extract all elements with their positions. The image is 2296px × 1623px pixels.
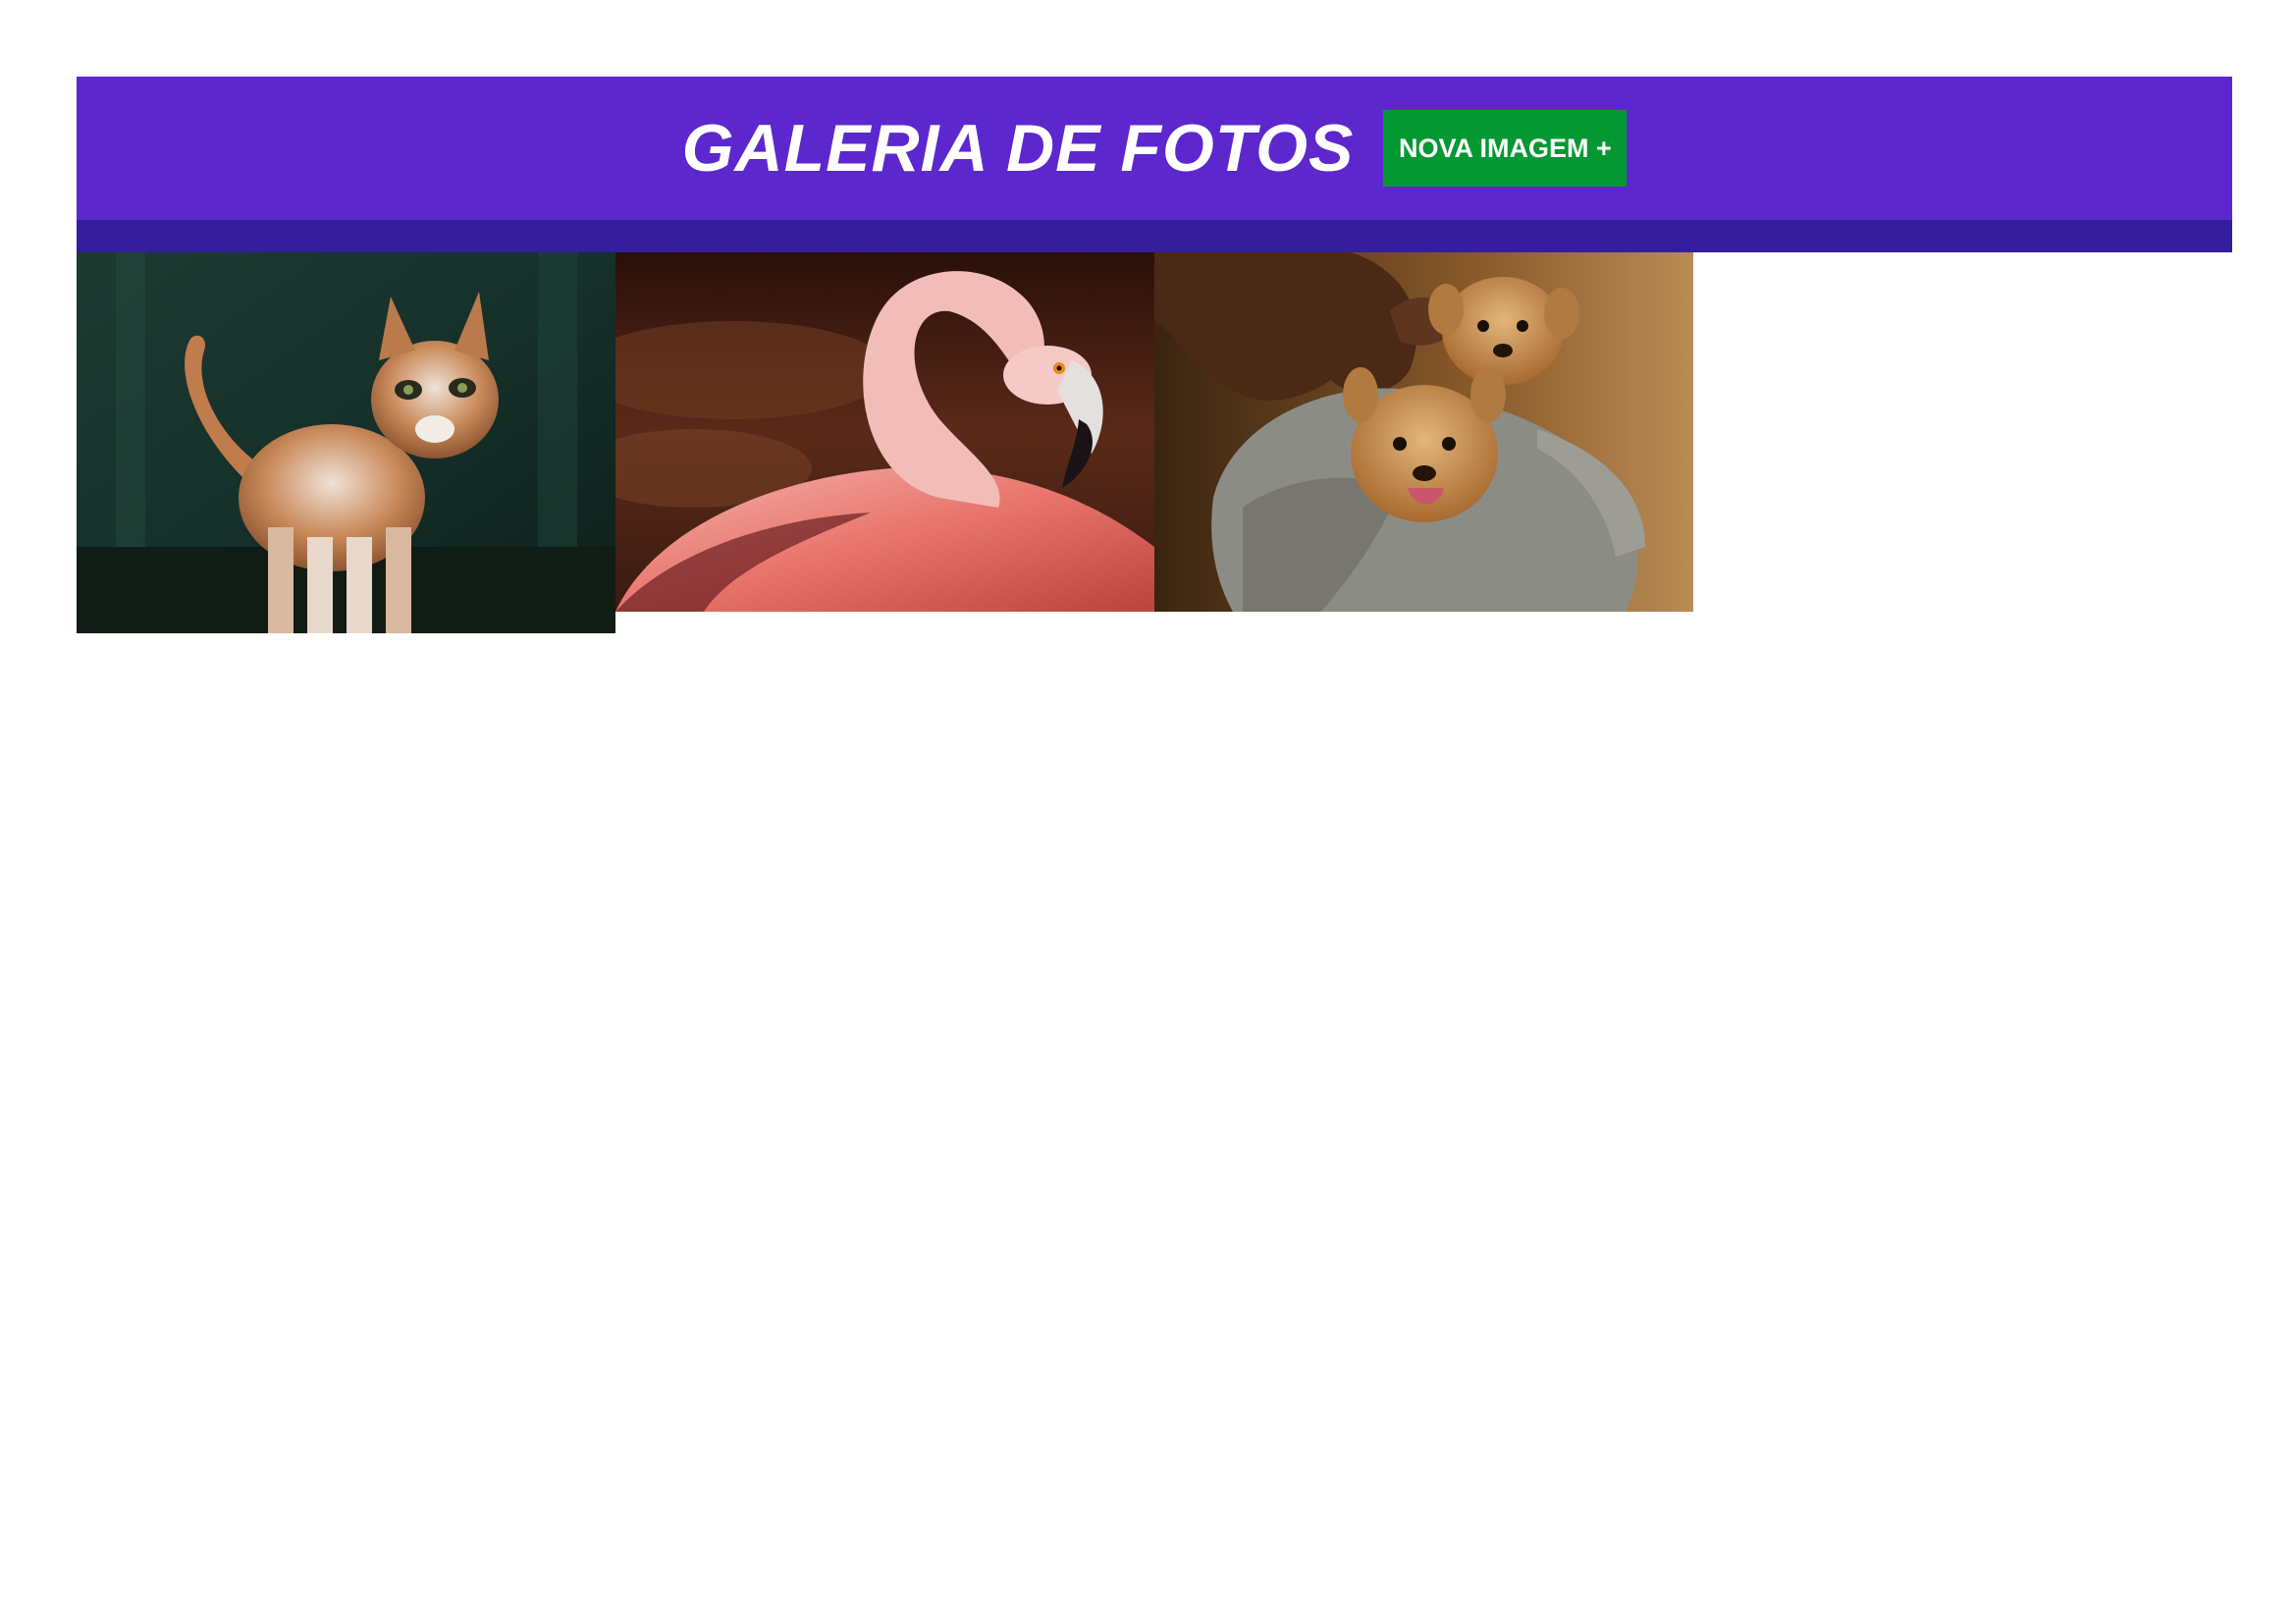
gallery-photo-puppies[interactable]: [1154, 252, 1693, 612]
header-bar: GALERIA DE FOTOS NOVA IMAGEM +: [77, 77, 2232, 220]
page-title: GALERIA DE FOTOS: [681, 111, 1355, 186]
flamingo-image: [615, 252, 1154, 612]
gallery-photo-flamingo[interactable]: [615, 252, 1154, 612]
cat-image: [77, 252, 615, 633]
header-shadow-strip: [77, 220, 2232, 252]
new-image-button[interactable]: NOVA IMAGEM +: [1383, 110, 1628, 187]
photo-gallery: [77, 252, 2232, 633]
puppies-image: [1154, 252, 1693, 612]
gallery-photo-cat[interactable]: [77, 252, 615, 633]
gallery-app: GALERIA DE FOTOS NOVA IMAGEM +: [77, 77, 2232, 633]
